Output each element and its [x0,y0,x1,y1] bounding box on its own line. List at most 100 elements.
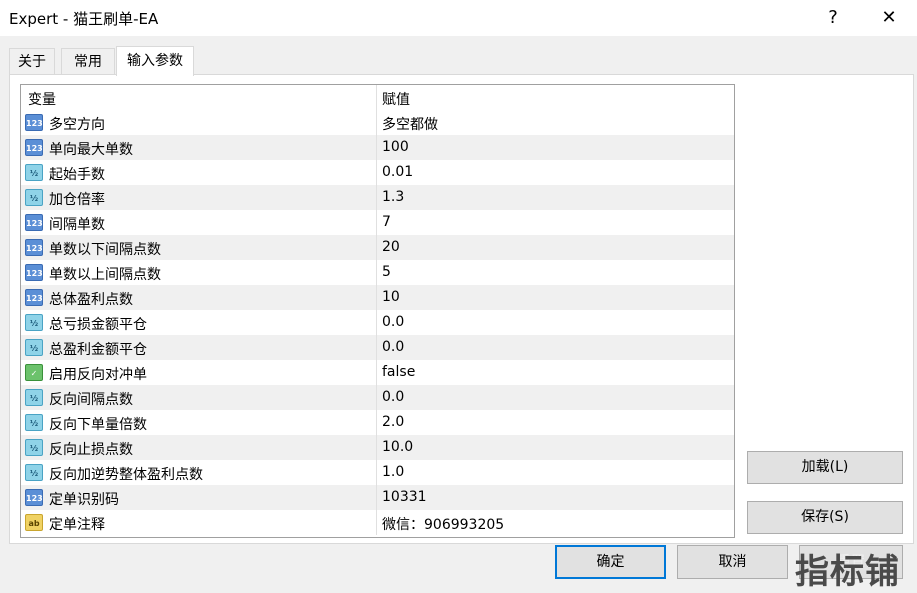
parameters-grid: 变量 赋值 123 多空方向 多空都做 123 单向最大单数 100 ½ 起始手数 0.01 ½ 加… [20,84,735,538]
parameter-row[interactable]: 123 间隔单数 7 [21,210,734,235]
parameter-name: 多空方向 [49,117,105,133]
parameter-value[interactable]: 10331 [382,489,427,505]
column-divider [376,410,377,435]
parameter-name: 启用反向对冲单 [49,367,147,383]
column-divider [376,235,377,260]
parameter-row[interactable]: ½ 反向下单量倍数 2.0 [21,410,734,435]
column-divider [376,260,377,285]
parameter-value[interactable]: 5 [382,264,391,280]
parameter-name: 总盈利金额平仓 [49,342,147,358]
parameter-value[interactable]: 7 [382,214,391,230]
parameter-value[interactable]: false [382,364,415,380]
parameter-row[interactable]: 123 多空方向 多空都做 [21,110,734,135]
tab-common[interactable]: 常用 [61,48,115,75]
parameter-name: 单向最大单数 [49,142,133,158]
integer-type-icon: 123 [25,139,43,156]
parameter-row[interactable]: ½ 加仓倍率 1.3 [21,185,734,210]
parameter-row[interactable]: ½ 起始手数 0.01 [21,160,734,185]
tab-inputs[interactable]: 输入参数 [116,46,194,76]
column-header-value[interactable]: 赋值 [382,89,410,109]
parameter-row[interactable]: ½ 总盈利金额平仓 0.0 [21,335,734,360]
column-divider [376,160,377,185]
parameter-value[interactable]: 0.0 [382,339,404,355]
column-divider [376,285,377,310]
parameter-value[interactable]: 2.0 [382,414,404,430]
close-button[interactable]: ✕ [874,6,904,30]
parameter-row[interactable]: 123 单数以下间隔点数 20 [21,235,734,260]
column-divider [376,135,377,160]
parameter-name: 反向止损点数 [49,442,133,458]
tab-about[interactable]: 关于 [9,48,55,75]
parameter-name: 加仓倍率 [49,192,105,208]
double-type-icon: ½ [25,314,43,331]
column-header-variable[interactable]: 变量 [28,89,56,109]
parameter-value[interactable]: 100 [382,139,409,155]
parameter-row[interactable]: 123 总体盈利点数 10 [21,285,734,310]
column-divider [376,435,377,460]
column-divider [376,335,377,360]
integer-type-icon: 123 [25,239,43,256]
column-divider [376,360,377,385]
integer-type-icon: 123 [25,489,43,506]
parameter-row[interactable]: ½ 总亏损金额平仓 0.0 [21,310,734,335]
double-type-icon: ½ [25,189,43,206]
integer-type-icon: 123 [25,114,43,131]
help-button[interactable]: ? [818,6,848,30]
parameter-row[interactable]: ✓ 启用反向对冲单 false [21,360,734,385]
parameter-name: 单数以下间隔点数 [49,242,161,258]
parameter-name: 总体盈利点数 [49,292,133,308]
double-type-icon: ½ [25,339,43,356]
parameter-value[interactable]: 微信：906993205 [382,514,504,534]
column-divider [376,460,377,485]
integer-type-icon: 123 [25,214,43,231]
grid-header: 变量 赋值 [21,85,734,110]
parameter-value[interactable]: 0.0 [382,314,404,330]
parameter-name: 反向间隔点数 [49,392,133,408]
parameter-value[interactable]: 10.0 [382,439,413,455]
parameter-name: 定单识别码 [49,492,119,508]
parameter-row[interactable]: ½ 反向加逆势整体盈利点数 1.0 [21,460,734,485]
parameter-name: 总亏损金额平仓 [49,317,147,333]
boolean-type-icon: ✓ [25,364,43,381]
integer-type-icon: 123 [25,264,43,281]
save-button[interactable]: 保存(S) [747,501,903,534]
double-type-icon: ½ [25,439,43,456]
column-divider [376,85,377,110]
double-type-icon: ½ [25,164,43,181]
watermark: 指标铺 [795,552,900,592]
double-type-icon: ½ [25,414,43,431]
parameter-value[interactable]: 10 [382,289,400,305]
parameter-row[interactable]: 123 定单识别码 10331 [21,485,734,510]
column-divider [376,510,377,535]
parameter-value[interactable]: 1.0 [382,464,404,480]
parameter-value[interactable]: 多空都做 [382,114,438,134]
integer-type-icon: 123 [25,289,43,306]
column-divider [376,110,377,135]
string-type-icon: ab [25,514,43,531]
parameter-name: 间隔单数 [49,217,105,233]
double-type-icon: ½ [25,389,43,406]
column-divider [376,310,377,335]
parameter-name: 反向下单量倍数 [49,417,147,433]
parameter-row[interactable]: ½ 反向止损点数 10.0 [21,435,734,460]
ok-button[interactable]: 确定 [555,545,666,579]
parameter-row[interactable]: ab 定单注释 微信：906993205 [21,510,734,535]
column-divider [376,185,377,210]
parameter-row[interactable]: 123 单数以上间隔点数 5 [21,260,734,285]
load-button[interactable]: 加载(L) [747,451,903,484]
parameter-name: 单数以上间隔点数 [49,267,161,283]
parameter-value[interactable]: 0.01 [382,164,413,180]
parameter-value[interactable]: 1.3 [382,189,404,205]
title-bar: Expert - 猫王刷单-EA ? ✕ [0,0,917,36]
column-divider [376,210,377,235]
cancel-button[interactable]: 取消 [677,545,788,579]
parameter-name: 起始手数 [49,167,105,183]
parameter-name: 定单注释 [49,517,105,533]
parameter-name: 反向加逆势整体盈利点数 [49,467,203,483]
parameter-row[interactable]: ½ 反向间隔点数 0.0 [21,385,734,410]
parameter-value[interactable]: 20 [382,239,400,255]
column-divider [376,385,377,410]
double-type-icon: ½ [25,464,43,481]
parameter-row[interactable]: 123 单向最大单数 100 [21,135,734,160]
parameter-value[interactable]: 0.0 [382,389,404,405]
